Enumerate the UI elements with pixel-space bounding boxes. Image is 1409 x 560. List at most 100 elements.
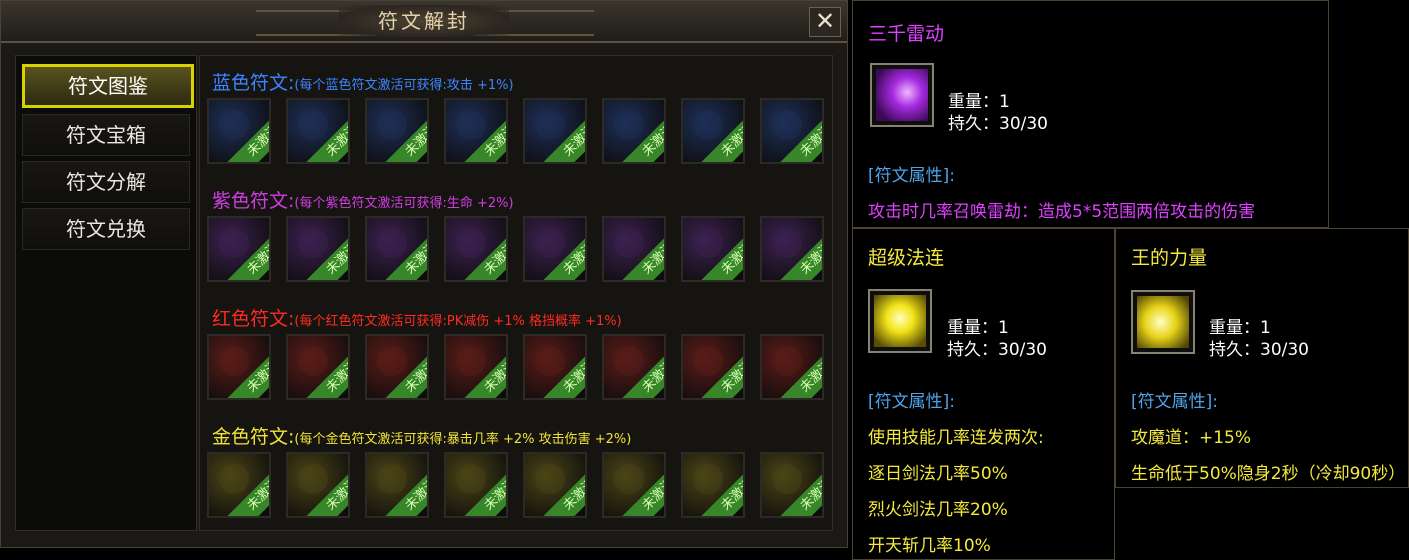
chain-rune-icon-art	[874, 295, 926, 347]
rune-glyph-icon	[456, 110, 486, 140]
rune-slot-gold[interactable]: 未激活	[207, 452, 271, 518]
rune-glyph-icon	[298, 464, 328, 494]
title-bar: 符文解封 ✕	[1, 1, 847, 43]
rune-slot-blue[interactable]: 未激活	[444, 98, 508, 164]
sidebar-item-rune-atlas[interactable]: 符文图鉴	[22, 64, 194, 108]
tooltip-rune-thunder: 三千雷动 重量：1 持久：30/30 [符文属性]: 攻击时几率召唤雷劫：造成5…	[852, 0, 1329, 228]
close-button[interactable]: ✕	[809, 7, 841, 37]
rune-glyph-icon	[377, 464, 407, 494]
rune-glyph-icon	[219, 346, 249, 376]
rune-slot-purple[interactable]: 未激活	[286, 216, 350, 282]
rune-grid-blue: 未激活 未激活 未激活 未激活 未激活 未激活 未激活 未激活	[207, 98, 827, 164]
rune-slot-gold[interactable]: 未激活	[602, 452, 666, 518]
chain-rune-icon	[868, 289, 932, 353]
rune-slot-gold[interactable]: 未激活	[286, 452, 350, 518]
rune-slot-gold[interactable]: 未激活	[444, 452, 508, 518]
rune-slot-purple[interactable]: 未激活	[602, 216, 666, 282]
tooltip-kings-durability: 持久：30/30	[1209, 340, 1309, 360]
rune-slot-red[interactable]: 未激活	[602, 334, 666, 400]
rune-slot-purple[interactable]: 未激活	[760, 216, 824, 282]
rune-glyph-icon	[298, 346, 328, 376]
tooltip-kings-attr-header: [符文属性]:	[1131, 392, 1218, 412]
section-blue-name: 蓝色符文:	[212, 72, 295, 94]
rune-slot-blue[interactable]: 未激活	[286, 98, 350, 164]
rune-glyph-icon	[614, 346, 644, 376]
rune-slot-purple[interactable]: 未激活	[523, 216, 587, 282]
tooltip-thunder-durability: 持久：30/30	[948, 114, 1048, 134]
tooltip-kings-line-2: 生命低于50%隐身2秒（冷却90秒）	[1131, 464, 1406, 484]
rune-slot-blue[interactable]: 未激活	[523, 98, 587, 164]
rune-grid-gold: 未激活 未激活 未激活 未激活 未激活 未激活 未激活 未激活	[207, 452, 827, 518]
rune-slot-purple[interactable]: 未激活	[207, 216, 271, 282]
rune-atlas-panel: 蓝色符文:(每个蓝色符文激活可获得:攻击 +1%) 未激活 未激活 未激活 未激活 未激…	[199, 55, 833, 531]
sidebar-item-rune-exchange[interactable]: 符文兑换	[22, 208, 190, 250]
rune-slot-purple[interactable]: 未激活	[365, 216, 429, 282]
rune-slot-red[interactable]: 未激活	[760, 334, 824, 400]
section-blue-bonus: (每个蓝色符文激活可获得:攻击 +1%)	[294, 78, 514, 93]
tooltip-chain-line-3: 烈火剑法几率20%	[868, 500, 1008, 520]
rune-glyph-icon	[772, 346, 802, 376]
rune-glyph-icon	[772, 464, 802, 494]
rune-unseal-window: 符文解封 ✕ 符文图鉴 符文宝箱 符文分解 符文兑换 蓝色符文:(每个蓝色符文激…	[0, 0, 848, 548]
rune-slot-red[interactable]: 未激活	[681, 334, 745, 400]
rune-grid-purple: 未激活 未激活 未激活 未激活 未激活 未激活 未激活 未激活	[207, 216, 827, 282]
lightning-rune-icon	[870, 63, 934, 127]
rune-glyph-icon	[535, 464, 565, 494]
rune-glyph-icon	[693, 228, 723, 258]
section-gold-bonus: (每个金色符文激活可获得:暴击几率 +2% 攻击伤害 +2%)	[294, 432, 632, 447]
tooltip-thunder-line-1: 攻击时几率召唤雷劫：造成5*5范围两倍攻击的伤害	[868, 202, 1256, 222]
rune-glyph-icon	[772, 110, 802, 140]
rune-slot-blue[interactable]: 未激活	[602, 98, 666, 164]
rune-slot-red[interactable]: 未激活	[286, 334, 350, 400]
rune-glyph-icon	[377, 346, 407, 376]
rune-glyph-icon	[693, 464, 723, 494]
tooltip-chain-durability: 持久：30/30	[947, 340, 1047, 360]
rune-glyph-icon	[456, 464, 486, 494]
rune-slot-red[interactable]: 未激活	[523, 334, 587, 400]
rune-slot-purple[interactable]: 未激活	[681, 216, 745, 282]
rune-slot-blue[interactable]: 未激活	[207, 98, 271, 164]
rune-glyph-icon	[535, 228, 565, 258]
lightning-rune-icon-art	[876, 69, 928, 121]
tooltip-chain-name: 超级法连	[868, 247, 945, 269]
rune-slot-red[interactable]: 未激活	[444, 334, 508, 400]
rune-slot-gold[interactable]: 未激活	[365, 452, 429, 518]
tooltip-kings-line-1: 攻魔道：+15%	[1131, 428, 1252, 448]
rune-slot-blue[interactable]: 未激活	[760, 98, 824, 164]
rune-glyph-icon	[693, 346, 723, 376]
tooltip-chain-line-4: 开天斩几率10%	[868, 536, 991, 556]
rune-glyph-icon	[377, 110, 407, 140]
rune-glyph-icon	[535, 346, 565, 376]
section-red-bonus: (每个红色符文激活可获得:PK减伤 +1% 格挡概率 +1%)	[294, 314, 622, 329]
sidebar-item-rune-chest[interactable]: 符文宝箱	[22, 114, 190, 156]
section-purple-name: 紫色符文:	[212, 190, 295, 212]
tooltip-chain-line-2: 逐日剑法几率50%	[868, 464, 1008, 484]
rune-glyph-icon	[456, 346, 486, 376]
rune-glyph-icon	[693, 110, 723, 140]
rune-glyph-icon	[614, 464, 644, 494]
tooltip-kings-name: 王的力量	[1131, 247, 1208, 269]
tooltip-thunder-name: 三千雷动	[868, 23, 945, 45]
rune-slot-blue[interactable]: 未激活	[681, 98, 745, 164]
rune-glyph-icon	[298, 228, 328, 258]
rune-glyph-icon	[298, 110, 328, 140]
rune-glyph-icon	[614, 110, 644, 140]
tooltip-rune-super-chain: 超级法连 重量：1 持久：30/30 [符文属性]: 使用技能几率连发两次: 逐…	[852, 228, 1115, 560]
kings-power-rune-icon-art	[1137, 296, 1189, 348]
rune-glyph-icon	[772, 228, 802, 258]
rune-glyph-icon	[614, 228, 644, 258]
rune-slot-red[interactable]: 未激活	[207, 334, 271, 400]
rune-slot-purple[interactable]: 未激活	[444, 216, 508, 282]
section-title-gold: 金色符文:(每个金色符文激活可获得:暴击几率 +2% 攻击伤害 +2%)	[212, 422, 631, 449]
rune-glyph-icon	[219, 110, 249, 140]
rune-glyph-icon	[219, 228, 249, 258]
section-title-blue: 蓝色符文:(每个蓝色符文激活可获得:攻击 +1%)	[212, 68, 514, 95]
rune-slot-gold[interactable]: 未激活	[523, 452, 587, 518]
sidebar-item-rune-decompose[interactable]: 符文分解	[22, 161, 190, 203]
rune-slot-blue[interactable]: 未激活	[365, 98, 429, 164]
tooltip-rune-kings-power: 王的力量 重量：1 持久：30/30 [符文属性]: 攻魔道：+15% 生命低于…	[1115, 228, 1409, 488]
rune-slot-red[interactable]: 未激活	[365, 334, 429, 400]
tooltip-thunder-attr-header: [符文属性]:	[868, 166, 955, 186]
rune-slot-gold[interactable]: 未激活	[681, 452, 745, 518]
rune-slot-gold[interactable]: 未激活	[760, 452, 824, 518]
